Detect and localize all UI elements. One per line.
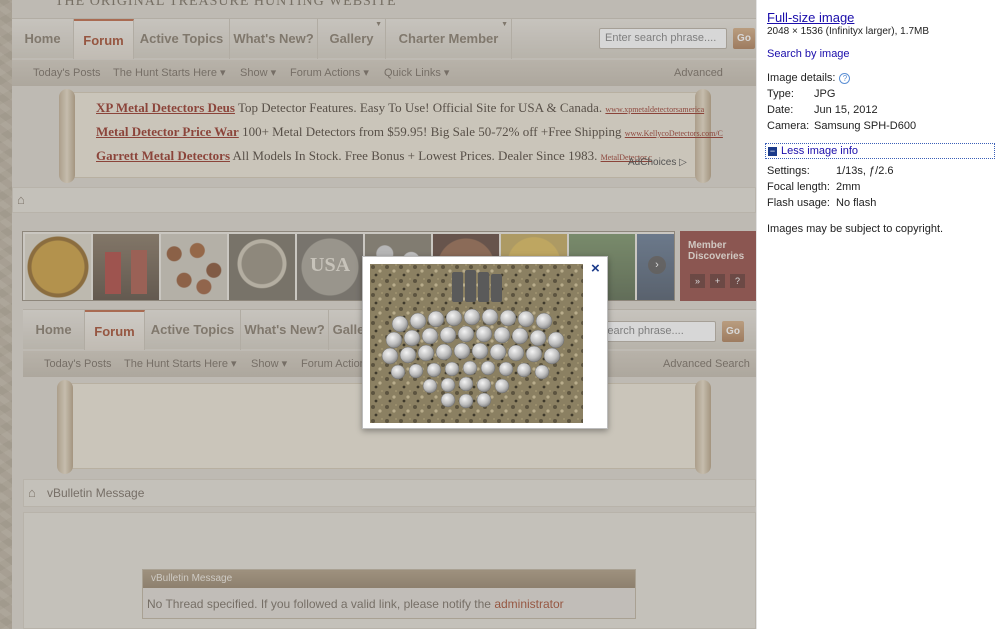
detail-row-focal-length: Focal length: 2mm — [767, 181, 860, 193]
detail-label: Camera: — [767, 120, 810, 132]
coin-shape — [390, 364, 406, 380]
coin-shape — [547, 331, 565, 349]
coin-shape — [481, 308, 499, 326]
coin-shape — [476, 377, 492, 393]
coin-shape — [462, 360, 478, 376]
coin-shape — [439, 326, 457, 344]
detail-value: 2mm — [836, 181, 861, 193]
coin-shape — [525, 345, 543, 363]
coin-shape — [453, 342, 471, 360]
coin-shape — [427, 310, 445, 328]
coin-shape — [457, 325, 475, 343]
coin-shape — [422, 378, 438, 394]
detail-row-settings: Settings: 1/13s, ƒ/2.6 — [767, 165, 894, 177]
detail-row-type: Type: JPG — [767, 88, 835, 100]
coin-shape — [476, 392, 492, 408]
search-by-image-link[interactable]: Search by image — [767, 48, 850, 60]
detail-row-flash: Flash usage: No flash — [767, 197, 876, 209]
image-preview-popup: × — [362, 256, 608, 429]
coin-shape — [499, 309, 517, 327]
detail-label: Date: — [767, 104, 794, 116]
coin-shape — [444, 361, 460, 377]
detail-label: Focal length: — [767, 181, 830, 193]
coin-shape — [529, 329, 547, 347]
coin-shape — [511, 327, 529, 345]
image-details-header: Image details:? — [767, 72, 851, 84]
image-info-panel: Full-size image 2048 × 1536 (Infinityx l… — [756, 0, 1000, 629]
coin-shape — [463, 308, 481, 326]
coin-shape — [403, 329, 421, 347]
detail-label: Settings: — [767, 165, 810, 177]
coin-shape — [458, 376, 474, 392]
coin-shape — [409, 312, 427, 330]
detail-value: No flash — [836, 197, 877, 209]
coin-shape — [440, 377, 456, 393]
detail-value: 1/13s, ƒ/2.6 — [836, 165, 894, 177]
detail-value: Jun 15, 2012 — [814, 104, 878, 116]
close-icon[interactable]: × — [591, 260, 600, 277]
help-icon[interactable]: ? — [839, 72, 851, 84]
photo-shape — [452, 272, 463, 302]
full-size-image-link[interactable]: Full-size image — [767, 10, 854, 25]
coin-shape — [417, 344, 435, 362]
coin-shape — [493, 326, 511, 344]
photo-shape — [465, 270, 476, 302]
coin-shape — [480, 360, 496, 376]
photo-shape — [491, 274, 502, 302]
coin-shape — [458, 393, 474, 409]
coin-shape — [498, 361, 514, 377]
coin-shape — [391, 315, 409, 333]
coin-shape — [385, 331, 403, 349]
detail-row-date: Date: Jun 15, 2012 — [767, 104, 878, 116]
coin-shape — [440, 392, 456, 408]
less-image-info-label: Less image info — [781, 145, 859, 157]
coin-shape — [381, 347, 399, 365]
coin-shape — [516, 362, 532, 378]
image-details-label: Image details: — [767, 72, 836, 84]
coin-shape — [489, 343, 507, 361]
coin-shape — [535, 312, 553, 330]
coin-shape — [426, 362, 442, 378]
coin-shape — [543, 347, 561, 365]
preview-image[interactable] — [370, 264, 583, 423]
detail-value: Samsung SPH-D600 — [814, 120, 917, 132]
detail-label: Flash usage: — [767, 197, 830, 209]
detail-value: JPG — [814, 88, 836, 100]
coin-shape — [534, 364, 550, 380]
detail-label: Type: — [767, 88, 794, 100]
coin-shape — [517, 310, 535, 328]
detail-row-camera: Camera: Samsung SPH-D600 — [767, 120, 916, 132]
coin-shape — [475, 325, 493, 343]
coin-shape — [507, 344, 525, 362]
coin-shape — [399, 346, 417, 364]
coin-shape — [494, 378, 510, 394]
photo-shape — [478, 272, 489, 302]
coin-shape — [435, 343, 453, 361]
collapse-icon: − — [768, 145, 777, 156]
coin-shape — [445, 309, 463, 327]
image-dimensions: 2048 × 1536 (Infinityx larger), 1.7MB — [767, 26, 930, 37]
coin-shape — [408, 363, 424, 379]
less-image-info-toggle[interactable]: − Less image info — [765, 143, 995, 159]
coin-shape — [421, 327, 439, 345]
copyright-notice: Images may be subject to copyright. — [767, 223, 944, 235]
coin-shape — [471, 342, 489, 360]
